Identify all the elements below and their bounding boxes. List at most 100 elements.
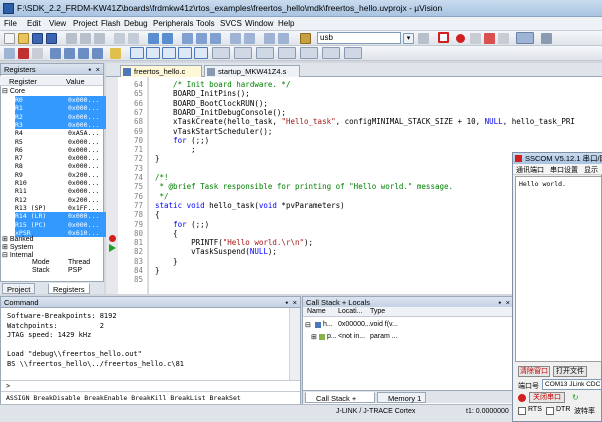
analysis-window-icon[interactable] [278,47,296,59]
configure-tools-icon[interactable] [541,33,552,44]
target-select[interactable]: usb [317,32,401,44]
sscom-receive-area[interactable]: Hello world. [515,176,602,362]
code-line[interactable]: for (;;) [155,136,209,145]
callstack-window-icon[interactable] [194,47,208,59]
serial-window-icon[interactable] [256,47,274,59]
expand-icon[interactable]: ⊞ [2,236,8,243]
port-select[interactable]: COM13 JLink CDC U [542,379,602,390]
col-type[interactable]: Type [370,308,385,315]
code-line[interactable]: PRINTF("Hello world.\r\n"); [155,238,313,247]
redo-icon[interactable] [128,33,139,44]
register-value[interactable]: 0x000... [68,138,99,147]
run-icon[interactable] [18,48,29,59]
code-line[interactable]: { [155,210,160,219]
nav-back-icon[interactable] [148,33,159,44]
register-row[interactable]: R5 0x000... [15,138,116,147]
register-value[interactable]: 0xA5A... [68,129,99,138]
code-line[interactable]: vTaskSuspend(NULL); [155,247,277,256]
core-group[interactable]: ⊟ Core [2,87,25,95]
collapse-icon[interactable]: ⊟ [305,321,311,329]
breakpoint-icon[interactable] [456,34,465,43]
register-value[interactable]: 0x200... [68,196,99,205]
code-line[interactable]: } [155,266,160,275]
code-line[interactable]: BOARD_InitPins(); [155,89,250,98]
register-row[interactable]: R10 0x000... [15,179,116,188]
register-row[interactable]: R13 (SP) 0x1FF... [15,204,116,213]
collapse-icon[interactable]: ⊟ [2,252,8,259]
register-row[interactable]: R7 0x000... [15,154,116,163]
pin-icon[interactable]: ▪ [88,64,91,75]
code-line[interactable]: static void hello_task(void *pvParameter… [155,201,345,210]
menu-view[interactable]: View [49,19,66,28]
menu-project[interactable]: Project [73,19,98,28]
menu-debug[interactable]: Debug [124,19,148,28]
trace-window-icon[interactable] [300,47,318,59]
pin-icon[interactable]: ▪ [285,297,288,308]
refresh-icon[interactable]: ↻ [572,393,581,402]
code-line[interactable]: for (;;) [155,220,209,229]
code-line[interactable]: { [155,229,178,238]
menu-edit[interactable]: Edit [27,19,41,28]
bookmark-icon[interactable] [182,33,193,44]
breakpoint-disable-icon[interactable] [470,33,481,44]
memory-window-icon[interactable] [234,47,252,59]
close-port-button[interactable]: 关闭串口 [529,392,565,403]
clear-window-button[interactable]: 清除窗口 [518,366,550,377]
register-value[interactable]: 0x000... [68,187,99,196]
expand-icon[interactable]: ⊞ [311,333,317,341]
bookmark-next-icon[interactable] [210,33,221,44]
open-file-button[interactable]: 打开文件 [553,366,587,377]
code-line[interactable]: } [155,154,160,163]
breakpoint-kill-icon[interactable] [484,33,495,44]
copy-icon[interactable] [80,33,91,44]
code-line[interactable]: */ [155,192,169,201]
col-value[interactable]: Value [66,77,85,86]
disassembly-window-icon[interactable] [146,47,160,59]
col-location[interactable]: Locati... [338,308,363,315]
sscom-menu-port[interactable]: 通讯端口 [516,165,544,175]
register-value[interactable]: 0x000... [68,154,99,163]
breakpoint-disable-all-icon[interactable] [498,33,509,44]
find-icon[interactable] [418,33,429,44]
menu-file[interactable]: File [4,19,17,28]
register-row[interactable]: R12 0x200... [15,196,116,205]
bookmark-prev-icon[interactable] [196,33,207,44]
debug-session-icon[interactable] [438,32,449,43]
new-file-icon[interactable] [4,33,15,44]
command-scrollbar[interactable] [289,308,300,380]
indent-icon[interactable] [230,33,241,44]
register-value[interactable]: 0x000... [68,104,99,113]
save-all-icon[interactable] [46,33,57,44]
banked-group[interactable]: ⊞ Banked [2,235,34,243]
undo-icon[interactable] [114,33,125,44]
register-row[interactable]: R14 (LR) 0x000... [15,212,116,221]
register-value[interactable]: 0x000... [68,121,99,130]
chevron-down-icon[interactable]: ▾ [403,33,414,44]
uncomment-icon[interactable] [278,33,289,44]
code-line[interactable]: * @brief Task responsible for printing o… [155,182,454,191]
close-icon[interactable]: × [96,64,100,75]
register-value[interactable]: 0x000... [68,96,99,105]
step-over-icon[interactable] [64,48,75,59]
tab-freertos-hello-c[interactable]: freertos_hello.c [120,65,202,77]
register-row[interactable]: R2 0x000... [15,112,116,122]
code-line[interactable]: /* Init board hardware. */ [155,80,290,89]
code-line[interactable]: /*! [155,173,169,182]
col-register[interactable]: Register [9,77,37,86]
code-line[interactable]: ; [155,145,196,154]
menu-help[interactable]: Help [278,19,294,28]
tab-callstack[interactable]: Call Stack + Locals [305,392,375,414]
sscom-menu-display[interactable]: 显示 [584,165,598,175]
register-value[interactable]: 0x200... [68,171,99,180]
register-value[interactable]: 0x1FF... [68,204,99,213]
register-value[interactable]: 0x000... [68,221,99,230]
menu-flash[interactable]: Flash [101,19,121,28]
reset-icon[interactable] [4,48,15,59]
collapse-icon[interactable]: ⊟ [2,88,8,95]
register-row[interactable]: R8 0x000... [15,162,116,171]
editor-gutter[interactable] [106,77,118,294]
code-line[interactable]: BOARD_InitDebugConsole(); [155,108,286,117]
cut-icon[interactable] [66,33,77,44]
code-line[interactable]: xTaskCreate(hello_task, "Hello_task", co… [155,117,575,126]
system-group[interactable]: ⊞ System [2,243,33,251]
